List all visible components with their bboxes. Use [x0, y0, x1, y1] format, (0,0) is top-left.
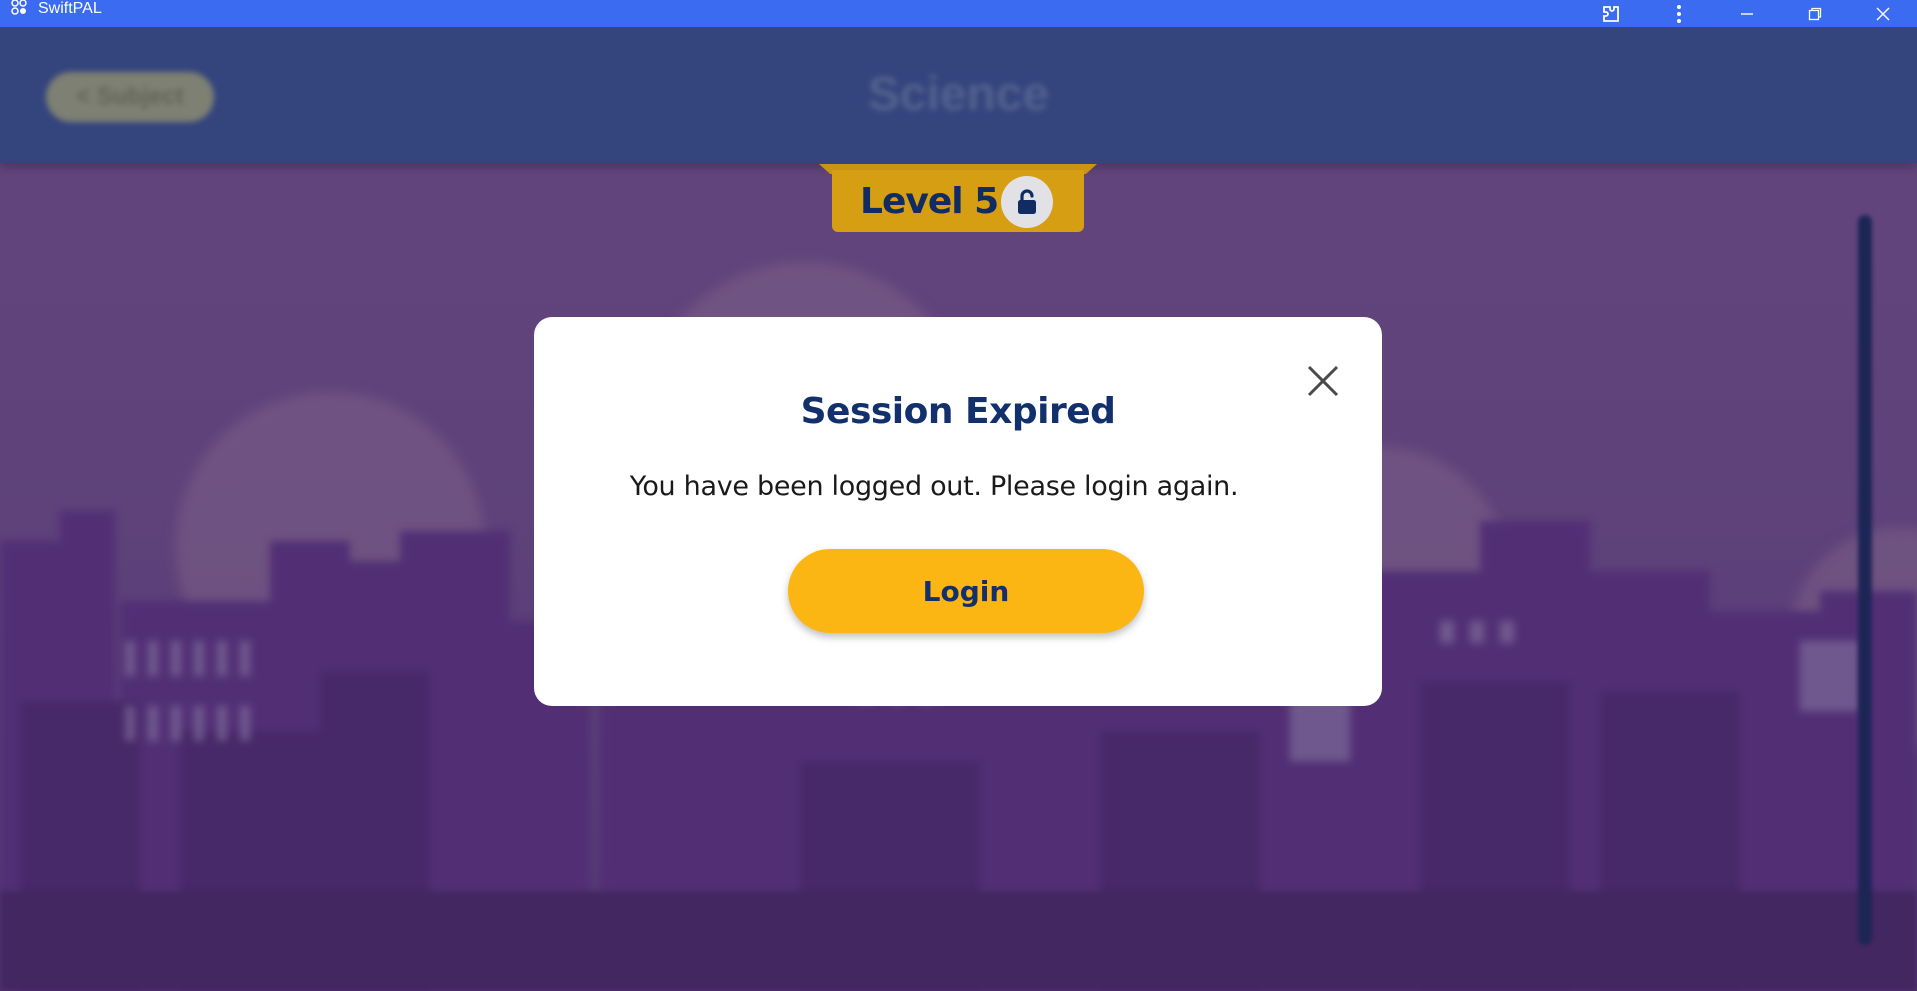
session-expired-dialog: Session Expired You have been logged out…	[534, 317, 1382, 706]
extensions-icon[interactable]	[1577, 0, 1645, 27]
window-title: SwiftPAL	[38, 0, 102, 17]
dialog-message: You have been logged out. Please login a…	[629, 471, 1239, 502]
window-titlebar: SwiftPAL	[0, 0, 1917, 27]
minimize-icon[interactable]	[1713, 0, 1781, 27]
window-controls	[1577, 0, 1917, 27]
more-icon[interactable]	[1645, 0, 1713, 27]
restore-icon[interactable]	[1781, 0, 1849, 27]
dialog-title: Session Expired	[800, 391, 1116, 432]
close-icon[interactable]	[1849, 0, 1917, 27]
app-logo-icon	[10, 0, 28, 16]
login-button[interactable]: Login	[788, 549, 1144, 633]
